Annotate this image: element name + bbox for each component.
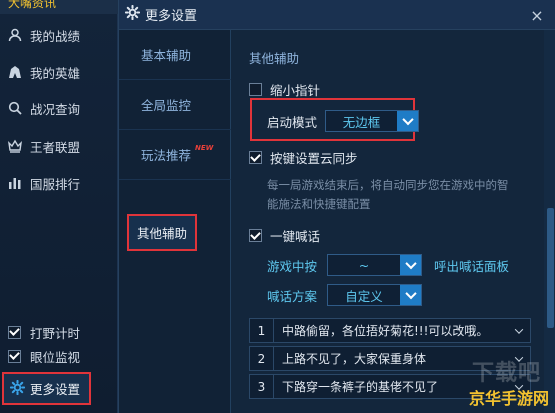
- crown-icon: [8, 139, 22, 153]
- close-button[interactable]: ×: [528, 6, 546, 25]
- in-game-key-label: 游戏中按: [267, 258, 318, 274]
- shrink-pointer-option[interactable]: 缩小指针: [249, 80, 320, 99]
- description-line: 每一局游戏结束后，将自动同步您在游戏中的智: [267, 178, 509, 192]
- description-line: 能施法和快捷键配置: [267, 197, 371, 211]
- gear-icon: [9, 379, 26, 398]
- watermark-bottom-text: 京华手游网: [468, 389, 549, 408]
- nav-item-label: 王者联盟: [30, 139, 81, 155]
- one-key-shout-label: 一键喊话: [270, 229, 321, 244]
- shout-scheme-label: 喊话方案: [267, 288, 318, 304]
- jungle-timer-label: 打野计时: [30, 325, 81, 341]
- nav-item-label: 我的英雄: [30, 65, 81, 81]
- nav-item-label: 我的战绩: [30, 28, 81, 44]
- jungle-timer-check[interactable]: 打野计时: [0, 321, 118, 343]
- cloud-sync-label: 按键设置云同步: [270, 151, 358, 166]
- checkbox-cloud-sync[interactable]: [249, 151, 262, 164]
- gear-icon: [124, 4, 141, 24]
- open-shout-panel-label: 呼出喊话面板: [434, 258, 510, 274]
- checkbox-one-key-shout[interactable]: [249, 229, 262, 242]
- more-settings-label: 更多设置: [30, 382, 81, 397]
- checkbox-shrink-pointer[interactable]: [249, 83, 262, 96]
- chevron-down-icon[interactable]: [397, 111, 419, 131]
- nav-item-label: 国服排行: [30, 176, 81, 192]
- ward-monitor-check[interactable]: 眼位监视: [0, 345, 118, 367]
- nav-item-my-heroes[interactable]: 我的英雄: [0, 58, 118, 86]
- chevron-down-icon[interactable]: [400, 285, 422, 305]
- one-key-shout-option[interactable]: 一键喊话: [249, 226, 320, 245]
- ward-monitor-label: 眼位监视: [30, 349, 81, 365]
- top-news-label: 大嘴资讯: [8, 0, 57, 10]
- tab-label: 其他辅助: [136, 226, 187, 241]
- nav-item-server-ranking[interactable]: 国服排行: [0, 169, 118, 197]
- content-scrollbar[interactable]: [544, 30, 555, 413]
- user-icon: [8, 28, 22, 42]
- shout-text: 中路偷留，各位捂好菊花!!!可以改哦。: [282, 324, 489, 338]
- launch-mode-row: 启动模式 无边框: [267, 110, 420, 132]
- scrollbar-thumb[interactable]: [547, 208, 554, 328]
- tab-label: 全局监控: [141, 98, 192, 113]
- tab-label: 玩法推荐: [141, 148, 192, 163]
- tab-basic-assist[interactable]: 基本辅助: [119, 30, 231, 80]
- left-nav: 大嘴资讯 我的战绩 我的英雄 战况查询 王者联盟 国服排行 打野计时 眼位监视 …: [0, 0, 118, 413]
- more-settings-button[interactable]: 更多设置: [2, 372, 91, 405]
- dialog-header: 更多设置 ×: [119, 0, 555, 30]
- shout-scheme-value: 自定义: [345, 288, 383, 304]
- watermark-top-text: 下载吧: [471, 361, 541, 386]
- settings-tabs: 基本辅助 全局监控 玩法推荐 NEW 其他辅助: [119, 30, 231, 413]
- tab-other-assist[interactable]: 其他辅助: [127, 214, 197, 251]
- search-icon: [8, 101, 22, 115]
- watermark: 下载吧 京华手游网: [441, 361, 551, 409]
- shout-index: 2: [250, 347, 274, 370]
- tab-global-monitor[interactable]: 全局监控: [119, 80, 231, 130]
- shrink-pointer-label: 缩小指针: [270, 83, 321, 98]
- nav-item-king-league[interactable]: 王者联盟: [0, 132, 118, 160]
- dialog-title: 更多设置: [145, 9, 198, 24]
- chevron-down-icon[interactable]: [400, 255, 422, 275]
- nav-item-battle-query[interactable]: 战况查询: [0, 94, 118, 122]
- launch-mode-label: 启动模式: [267, 114, 318, 130]
- checkbox-jungle-timer[interactable]: [8, 325, 21, 339]
- shout-scheme-dropdown[interactable]: 自定义: [327, 284, 423, 306]
- bar-chart-icon: [8, 176, 22, 190]
- checkbox-ward-monitor[interactable]: [8, 349, 21, 363]
- top-news-strip[interactable]: 大嘴资讯: [0, 0, 118, 14]
- cloud-sync-option[interactable]: 按键设置云同步: [249, 148, 358, 167]
- shout-scheme-row: 喊话方案 自定义: [267, 284, 423, 306]
- launch-mode-value: 无边框: [342, 114, 381, 130]
- hotkey-value: ~: [358, 257, 370, 273]
- chevron-down-icon[interactable]: [508, 328, 530, 334]
- settings-dialog: 更多设置 × 基本辅助 全局监控 玩法推荐 NEW 其他辅助 其他辅助 缩小指针…: [118, 0, 555, 413]
- cloud-sync-description: 每一局游戏结束后，将自动同步您在游戏中的智 能施法和快捷键配置: [267, 176, 537, 214]
- nav-item-label: 战况查询: [30, 101, 81, 117]
- tab-label: 基本辅助: [141, 48, 192, 63]
- nav-item-my-record[interactable]: 我的战绩: [0, 21, 118, 49]
- hotkey-dropdown[interactable]: ~: [327, 254, 423, 276]
- shout-index: 1: [250, 319, 274, 342]
- new-badge: NEW: [195, 144, 214, 152]
- tab-gameplay-recommend[interactable]: 玩法推荐 NEW: [119, 130, 231, 180]
- section-title: 其他辅助: [249, 51, 300, 66]
- shout-index: 3: [250, 375, 274, 398]
- in-game-key-row: 游戏中按 ~ 呼出喊话面板: [267, 254, 509, 276]
- hero-icon: [8, 65, 22, 79]
- shout-list-item[interactable]: 1 中路偷留，各位捂好菊花!!!可以改哦。: [249, 318, 531, 343]
- launch-mode-dropdown[interactable]: 无边框: [325, 110, 420, 132]
